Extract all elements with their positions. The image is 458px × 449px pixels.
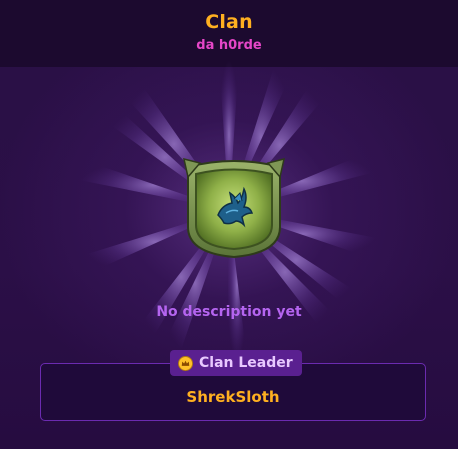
clan-page: Clan da h0rde No description yet Clan Le… <box>0 0 458 449</box>
clan-leader-badge: Clan Leader <box>170 350 302 376</box>
page-title: Clan <box>205 11 253 33</box>
crown-icon <box>178 355 193 371</box>
clan-leader-name[interactable]: ShrekSloth <box>40 388 426 406</box>
clan-emblem <box>183 157 285 259</box>
clan-header: Clan da h0rde <box>0 0 458 67</box>
clan-name: da h0rde <box>196 38 262 53</box>
clan-description: No description yet <box>156 304 302 320</box>
clan-leader-label: Clan Leader <box>199 355 293 371</box>
